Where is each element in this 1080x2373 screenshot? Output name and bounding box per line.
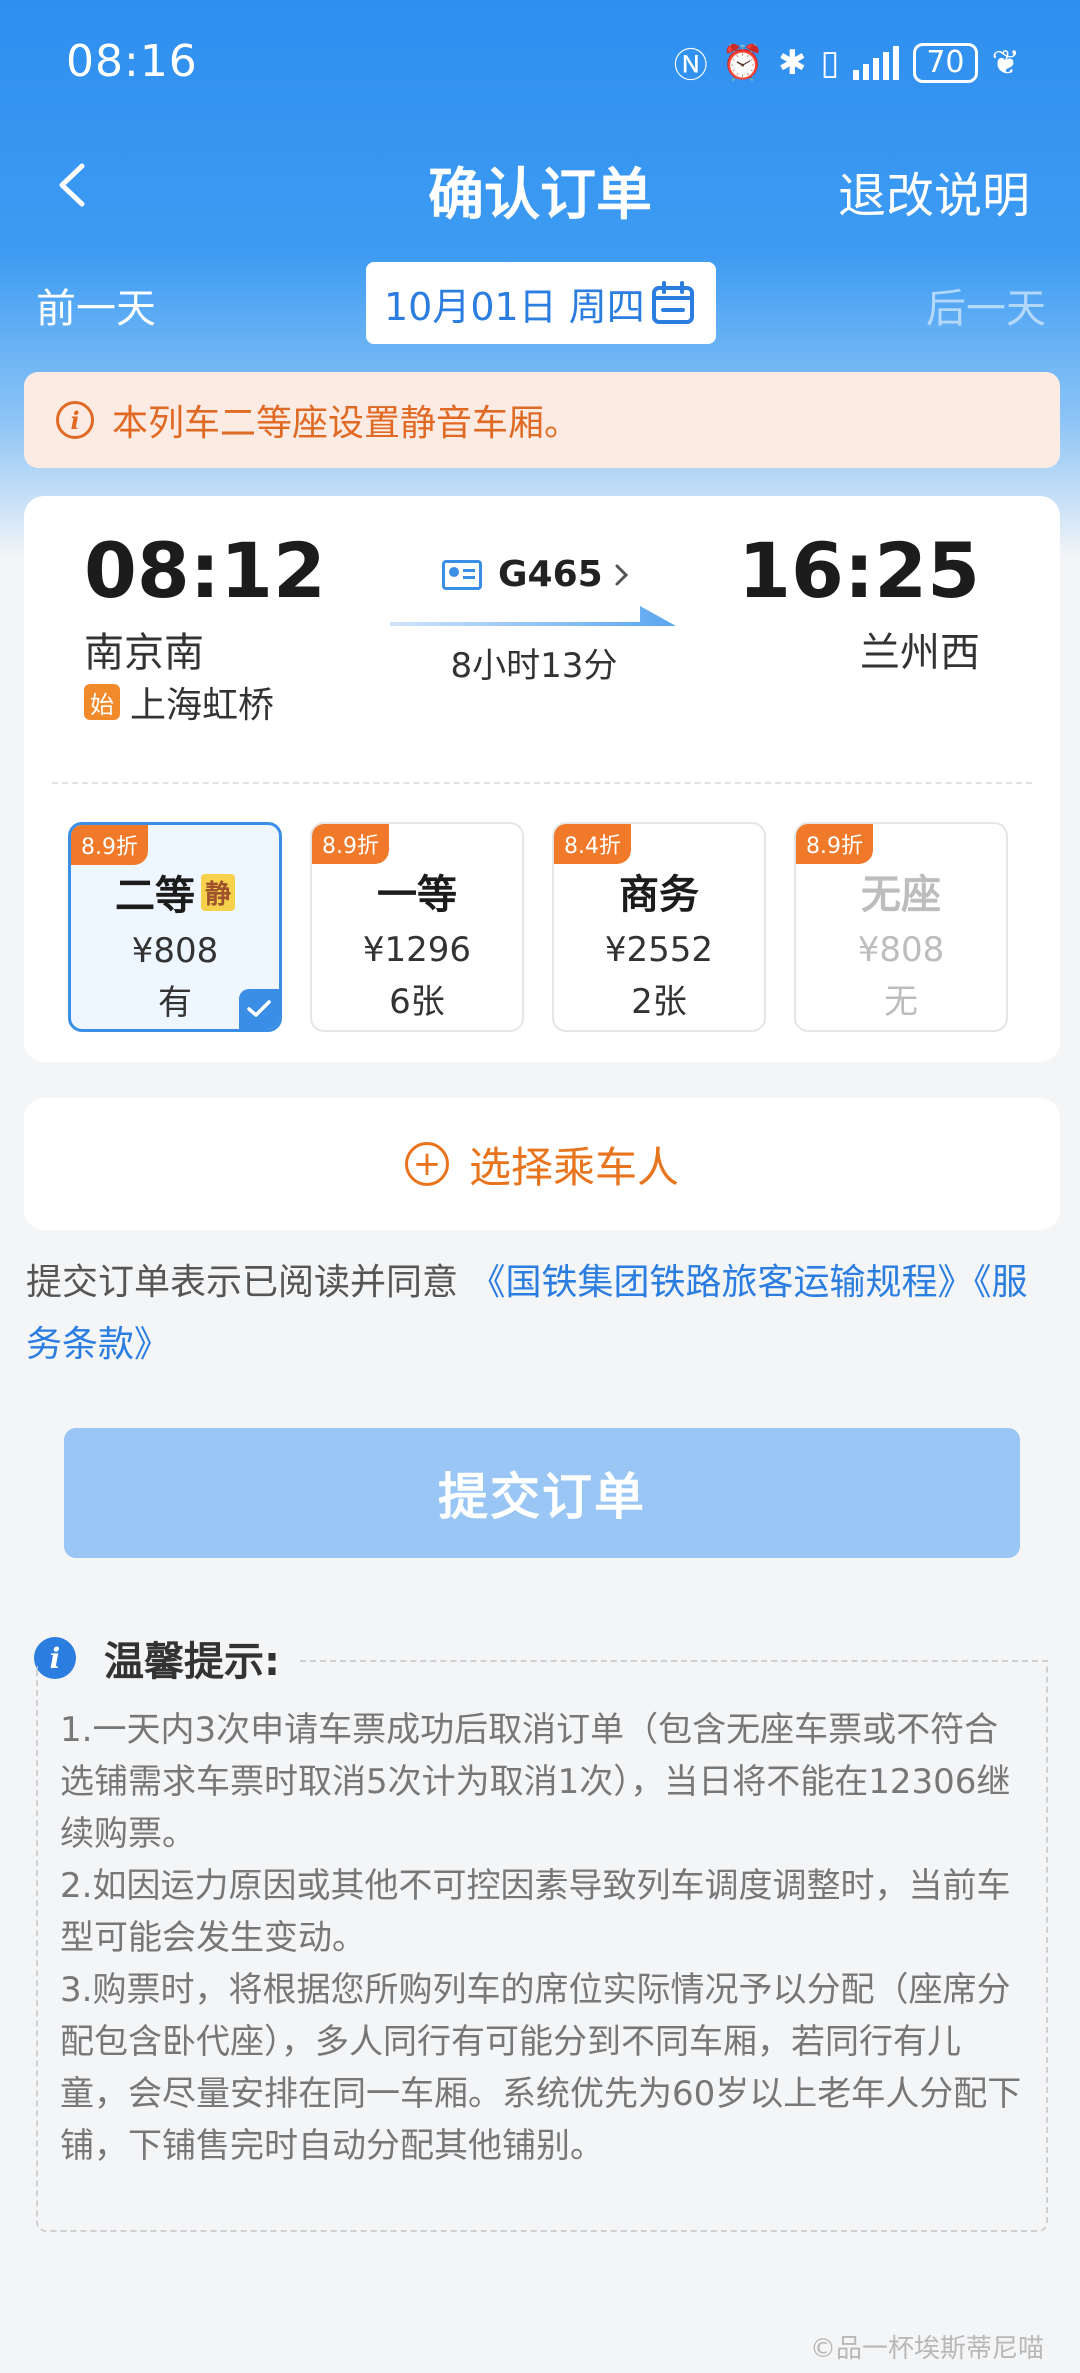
seat-price: ¥1296: [362, 930, 472, 970]
discount-badge: 8.9折: [796, 824, 873, 864]
nfc-icon: Ⓝ: [673, 46, 708, 86]
date-picker[interactable]: 10月01日 周四: [366, 262, 716, 344]
discount-badge: 8.9折: [71, 825, 148, 865]
arrive-time: 16:25: [738, 526, 980, 615]
seat-option-first-class[interactable]: 8.9折 一等 ¥1296 6张: [310, 822, 524, 1032]
railway-rules-link[interactable]: 《国铁集团铁路旅客运输规程》: [469, 1262, 973, 1303]
origin-info: 始 上海虹桥: [84, 676, 274, 728]
agreement-text: 提交订单表示已阅读并同意 《国铁集团铁路旅客运输规程》《服务条款》: [26, 1252, 1056, 1376]
seat-name: 一等: [377, 872, 457, 918]
watermark: ©品一杯埃斯蒂尼喵: [809, 2334, 1044, 2364]
calendar-icon: [652, 281, 694, 324]
notice-text: 本列车二等座设置静音车厢。: [112, 403, 581, 444]
arrive-station: 兰州西: [860, 630, 980, 676]
tips-header-divider: [300, 1660, 1048, 1662]
bluetooth-icon: ✱: [778, 42, 807, 83]
selected-date: 10月01日 周四: [384, 284, 645, 329]
origin-station: 上海虹桥: [130, 685, 275, 726]
submit-order-button[interactable]: 提交订单: [64, 1428, 1020, 1558]
date-selector: 前一天 10月01日 周四 后一天: [0, 262, 1080, 344]
tip-item: 1.一天内3次申请车票成功后取消订单（包含无座车票或不符合选铺需求车票时取消5次…: [60, 1710, 1011, 1854]
battery-icon: 70: [913, 42, 978, 83]
tips-content: 1.一天内3次申请车票成功后取消订单（包含无座车票或不符合选铺需求车票时取消5次…: [36, 1666, 1048, 2232]
discount-badge: 8.9折: [312, 824, 389, 864]
alarm-icon: ⏰: [721, 42, 765, 83]
prev-day-button[interactable]: 前一天: [36, 276, 156, 334]
next-day-button[interactable]: 后一天: [926, 276, 1046, 334]
agreement-prefix: 提交订单表示已阅读并同意: [26, 1262, 459, 1303]
select-passenger-label: 选择乘车人: [468, 1142, 679, 1192]
seat-name-row: 二等 静: [71, 863, 279, 921]
depart-station: 南京南: [84, 630, 204, 676]
status-icons: Ⓝ ⏰ ✱ ▯ 70 ❦: [674, 38, 1020, 87]
origin-tag: 始: [84, 684, 120, 720]
seat-option-second-class[interactable]: 8.9折 二等 静 ¥808 有: [68, 822, 282, 1032]
quiet-carriage-badge: 静: [200, 873, 235, 911]
card-divider: [52, 782, 1032, 784]
select-passenger-button[interactable]: + 选择乘车人: [24, 1098, 1060, 1230]
train-number: G465: [498, 554, 603, 595]
depart-time: 08:12: [84, 526, 326, 615]
tip-item: 3.购票时，将根据您所购列车的席位实际情况予以分配（座席分配包含卧代座），多人同…: [60, 1970, 1022, 2166]
seat-price: ¥2552: [604, 930, 714, 970]
plus-circle-icon: +: [404, 1142, 449, 1186]
seat-name: 二等: [114, 873, 195, 919]
seat-price: ¥808: [857, 930, 945, 970]
journey-arrow-icon: [390, 606, 676, 626]
seat-name: 商务: [619, 872, 699, 918]
chevron-right-icon: [615, 564, 628, 585]
train-info-card: 08:12 南京南 始 上海虹桥 G465 8小时13分 16:25 兰州西 8…: [24, 496, 1060, 1062]
signal-icon: [853, 45, 900, 80]
info-icon: i: [56, 401, 94, 439]
checkmark-icon: [239, 989, 279, 1029]
tip-item: 2.如因运力原因或其他不可控因素导致列车调度调整时，当前车型可能会发生变动。: [60, 1866, 1011, 1958]
seat-class-options: 8.9折 二等 静 ¥808 有 8.9折 一等 ¥1296 6张 8.4折 商…: [68, 822, 1018, 1032]
discount-badge: 8.4折: [554, 824, 631, 864]
leaf-icon: ❦: [991, 42, 1021, 83]
status-time: 08:16: [66, 36, 198, 87]
quiet-carriage-notice: i 本列车二等座设置静音车厢。: [24, 372, 1060, 468]
nav-bar: 确认订单 退改说明: [0, 140, 1080, 230]
seat-option-business-class[interactable]: 8.4折 商务 ¥2552 2张: [552, 822, 766, 1032]
refund-policy-link[interactable]: 退改说明: [838, 156, 1030, 226]
seat-availability: 无: [884, 982, 918, 1022]
status-bar: 08:16 Ⓝ ⏰ ✱ ▯ 70 ❦: [0, 0, 1080, 120]
id-card-icon: [442, 559, 482, 590]
trip-duration: 8小时13分: [450, 646, 618, 686]
train-number-link[interactable]: G465: [442, 554, 633, 595]
seat-price: ¥808: [131, 931, 219, 971]
seat-availability: 2张: [631, 982, 687, 1022]
vibrate-icon: ▯: [820, 42, 840, 83]
seat-availability: 6张: [389, 982, 445, 1022]
seat-name: 无座: [861, 872, 941, 918]
seat-option-no-seat[interactable]: 8.9折 无座 ¥808 无: [794, 822, 1008, 1032]
